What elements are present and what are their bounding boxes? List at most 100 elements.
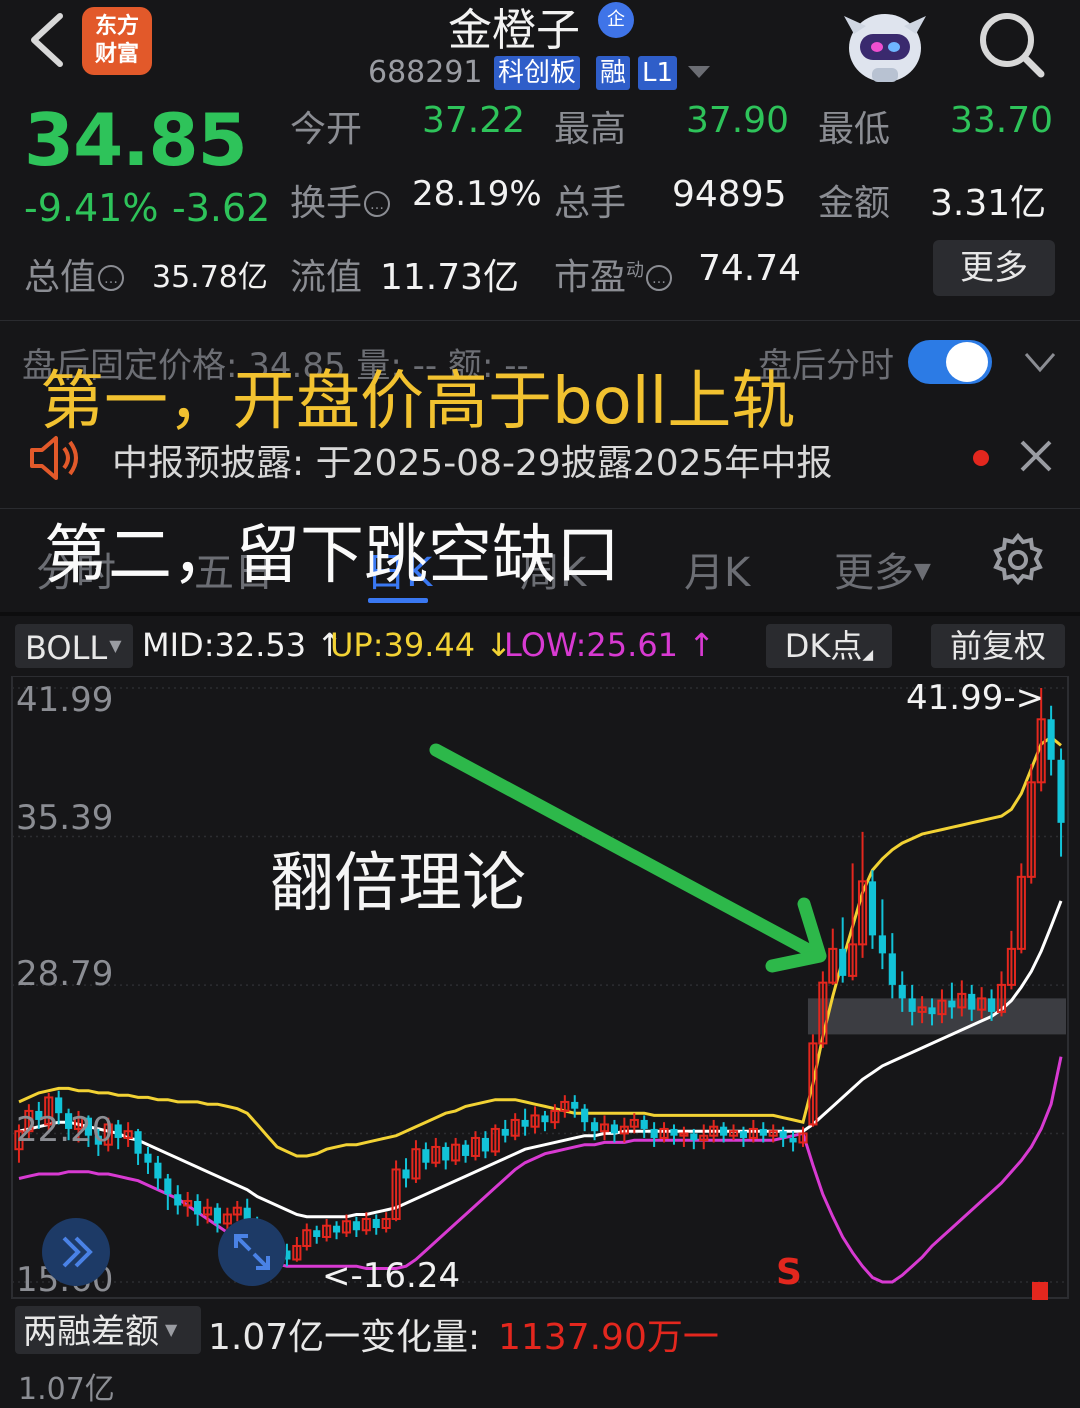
candle-body [908,998,916,1012]
candle-body [581,1108,589,1123]
search-icon[interactable] [975,8,1047,80]
more-button[interactable]: 更多 [933,240,1055,296]
back-arrow-icon[interactable] [22,8,72,72]
candle-body [591,1122,599,1132]
candle-body [987,998,996,1012]
stock-name: 金橙子 [448,5,580,56]
candle-body [541,1115,549,1123]
info-icon[interactable]: … [364,191,391,217]
tab-more[interactable]: 更多▼ [834,540,931,598]
fullscreen-button[interactable] [218,1218,286,1286]
candle-body [640,1119,648,1129]
robot-assistant-icon[interactable] [840,4,930,90]
amount-value: 3.31亿 [930,183,1047,224]
chart-frame [11,676,1069,1299]
level-tag: L1 [638,56,678,90]
chevron-down-icon[interactable] [688,66,710,78]
candle-body [789,1137,797,1143]
candle-body [1057,759,1065,823]
min-price-label: <-16.24 [322,1256,461,1296]
change-value: 1137.90万一 [498,1317,719,1358]
last-price: 34.85 [24,98,248,182]
pe-sup: 动 [626,260,645,281]
close-icon[interactable] [1018,438,1054,474]
margin-axis-label: 1.07亿 [18,1372,115,1407]
caret-down-icon: ▼ [914,559,931,584]
candle-body [720,1126,728,1136]
corner-caret-icon: ◢ [862,647,874,663]
y-tick-label: 22.20 [16,1110,114,1150]
candle-body [670,1128,678,1136]
candle-body [878,935,886,954]
high-value: 37.90 [686,100,790,141]
tab-monthly-k[interactable]: 月K [684,540,750,598]
margin-tag: 融 [596,56,631,90]
red-marker [1032,1282,1048,1300]
app-logo[interactable]: 东方 财富 [82,7,152,75]
open-value: 37.22 [422,100,526,141]
expand-panel-button[interactable] [42,1218,110,1286]
info-icon[interactable]: … [646,265,673,291]
candle-body [888,953,896,985]
adjust-mode-button[interactable]: 前复权 [931,624,1065,668]
margin-indicator-select[interactable]: 两融差额 ▼ [15,1306,201,1354]
pe-label[interactable]: 市盈动… [554,248,673,300]
unread-dot [973,450,989,466]
change-percent: -9.41% [24,186,159,230]
chevron-down-icon[interactable] [1020,342,1060,382]
boll-mid-text: MID:32.53 [142,626,307,664]
candle-body [164,1178,172,1195]
candle-body [868,881,877,936]
pe-value: 74.74 [698,248,802,289]
stock-code: 688291 [368,55,483,90]
candle-body [739,1131,748,1138]
candle-body [313,1230,321,1237]
candle-body [928,1007,936,1015]
y-tick-label: 28.79 [16,954,114,994]
candle-body [114,1124,122,1138]
indicator-select[interactable]: BOLL ▼ [15,624,133,668]
candle-body [690,1133,698,1141]
mktcap-label[interactable]: 总值… [24,248,125,300]
candle-body [968,993,976,1010]
enterprise-badge: 企 [598,2,634,38]
candle-body [154,1162,162,1179]
fullscreen-icon [234,1234,270,1270]
sell-signal: S [776,1252,802,1293]
candle-body [144,1153,152,1163]
dk-point-button[interactable]: DK点◢ [766,624,892,668]
boll-mid-value: MID:32.53 ↑ [142,626,343,664]
volume-value: 94895 [672,174,787,215]
max-price-label: 41.99-> [906,678,1045,718]
margin-select-label: 两融差额 [23,1312,159,1352]
candle-body [948,1000,956,1008]
gear-icon[interactable] [990,532,1046,588]
amount-label: 金额 [818,183,891,224]
logo-text-line1: 东方 [94,14,139,39]
candle-body [481,1137,489,1152]
low-value: 33.70 [950,100,1054,141]
kline-chart[interactable] [0,676,1080,1300]
turnover-label-text: 换手 [290,183,363,224]
candle-body [174,1194,182,1206]
candle-body [501,1128,509,1136]
open-label: 今开 [290,109,363,150]
arrow-up-icon: ↑ [688,626,716,664]
candle-body [402,1169,410,1179]
annotation-line2: 第二，留下跳空缺口 [44,519,620,593]
notice-text[interactable]: 中报预披露: 于2025-08-29披露2025年中报 [112,434,832,486]
candle-body [779,1131,787,1138]
info-icon[interactable]: … [98,265,125,291]
change-amount: -3.62 [172,186,271,230]
toggle-knob [946,342,988,382]
board-tag: 科创板 [494,56,581,90]
candle-body [898,984,906,999]
dk-label: DK点 [784,627,863,665]
mktcap-value: 35.78亿 [152,260,268,295]
indicator-name: BOLL [25,629,108,667]
float-label: 流值 [290,257,363,298]
turnover-label[interactable]: 换手… [290,174,391,226]
candle-body [1047,719,1055,760]
candle-body [461,1144,470,1156]
logo-text-line2: 财富 [94,42,139,67]
